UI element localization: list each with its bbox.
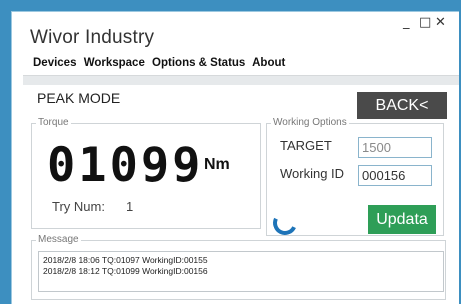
message-panel-label: Message bbox=[36, 234, 81, 246]
loading-spinner-icon bbox=[269, 207, 301, 239]
working-id-label: Working ID bbox=[280, 166, 345, 181]
working-options-panel: Working Options TARGET Working ID Updata bbox=[266, 117, 444, 239]
try-num-value: 1 bbox=[126, 199, 134, 214]
message-panel: Message 2018/2/8 18:06 TQ:01097 WorkingI… bbox=[31, 234, 446, 300]
working-id-input[interactable] bbox=[358, 165, 432, 186]
update-button[interactable]: Updata bbox=[368, 205, 436, 234]
tab-about[interactable]: About bbox=[252, 57, 285, 69]
minimize-button[interactable]: _ bbox=[403, 15, 410, 30]
app-title: Wivor Industry bbox=[30, 27, 155, 48]
target-input[interactable] bbox=[358, 137, 432, 158]
tab-options-status[interactable]: Options & Status bbox=[152, 57, 245, 69]
page-title: PEAK MODE bbox=[37, 90, 121, 106]
target-label: TARGET bbox=[280, 138, 332, 153]
torque-value: 01099 bbox=[47, 138, 204, 193]
tab-devices[interactable]: Devices bbox=[33, 57, 76, 69]
tab-bar: Devices Workspace Options & Status About bbox=[33, 57, 289, 69]
close-button[interactable]: ✕ bbox=[435, 15, 446, 30]
message-line: 2018/2/8 18:06 TQ:01097 WorkingID:00155 bbox=[43, 255, 208, 265]
message-log[interactable]: 2018/2/8 18:06 TQ:01097 WorkingID:00155 … bbox=[38, 251, 444, 292]
message-line: 2018/2/8 18:12 TQ:01099 WorkingID:00156 bbox=[43, 266, 208, 276]
app-window: _ □ ✕ Wivor Industry Devices Workspace O… bbox=[11, 11, 459, 304]
try-num-label: Try Num: bbox=[52, 199, 105, 214]
tab-divider bbox=[23, 75, 459, 85]
torque-unit: Nm bbox=[204, 156, 230, 173]
tab-workspace[interactable]: Workspace bbox=[84, 57, 145, 69]
torque-panel-label: Torque bbox=[36, 117, 71, 129]
back-button[interactable]: BACK< bbox=[357, 92, 447, 119]
torque-panel: Torque 01099 Nm Try Num: 1 bbox=[31, 117, 261, 229]
maximize-button[interactable]: □ bbox=[419, 15, 431, 30]
working-options-label: Working Options bbox=[271, 117, 349, 129]
